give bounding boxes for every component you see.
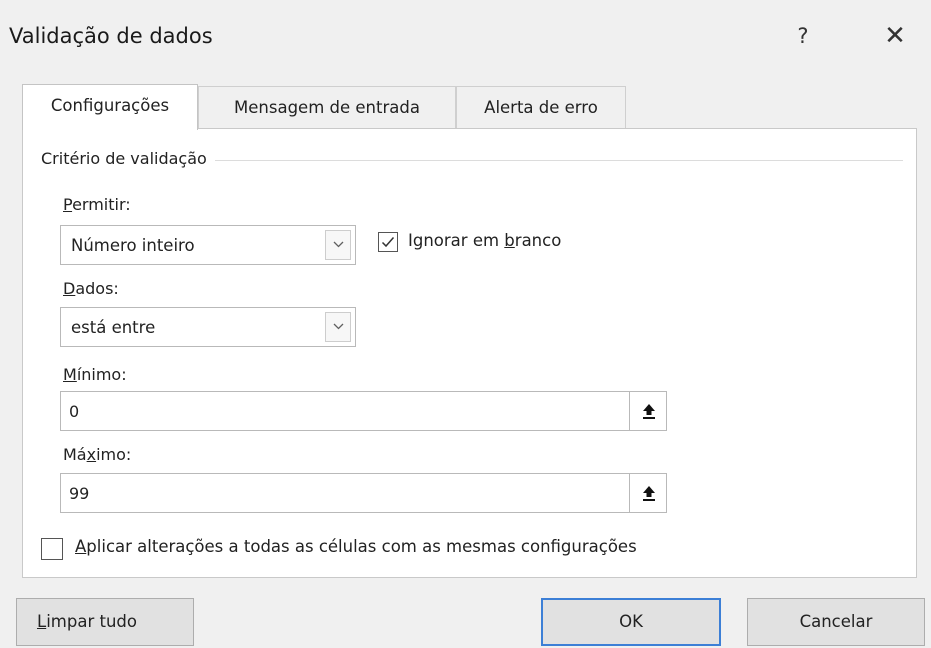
close-button[interactable]: ✕ (877, 18, 913, 54)
help-button[interactable]: ? (788, 18, 818, 54)
tab-alerta-de-erro[interactable]: Alerta de erro (456, 86, 626, 128)
dialog-title: Validação de dados (9, 24, 213, 48)
checkmark-icon (381, 237, 395, 248)
cancel-button[interactable]: Cancelar (747, 598, 925, 646)
collapse-dialog-icon (643, 404, 655, 419)
maximum-field[interactable] (60, 473, 630, 513)
ignore-blank-checkbox[interactable] (378, 232, 398, 252)
maximum-label: Máximo: (63, 445, 132, 464)
chevron-down-icon[interactable] (325, 230, 351, 260)
maximum-input[interactable] (69, 474, 609, 512)
settings-panel: Critério de validação Permitir: Número i… (22, 128, 917, 578)
tab-mensagem-de-entrada[interactable]: Mensagem de entrada (198, 86, 456, 128)
apply-all-label: Aplicar alterações a todas as células co… (75, 537, 637, 556)
apply-all-checkbox[interactable] (41, 538, 63, 560)
close-icon: ✕ (884, 21, 906, 51)
minimum-field[interactable] (60, 391, 630, 431)
ignore-blank-label: Ignorar em branco (408, 231, 562, 250)
tab-configuracoes[interactable]: Configurações (22, 84, 198, 130)
data-select[interactable]: está entre (60, 307, 356, 347)
minimum-label: Mínimo: (63, 365, 127, 384)
collapse-dialog-icon (643, 486, 655, 501)
ok-button[interactable]: OK (541, 598, 721, 646)
clear-all-button[interactable]: Limpar tudo (16, 598, 194, 646)
minimum-input[interactable] (69, 392, 609, 430)
chevron-down-icon[interactable] (325, 312, 351, 342)
title-bar: Validação de dados ? ✕ (0, 0, 931, 80)
maximum-collapse-button[interactable] (629, 473, 667, 513)
allow-select-value: Número inteiro (71, 236, 195, 255)
group-title: Critério de validação (41, 149, 215, 168)
minimum-collapse-button[interactable] (629, 391, 667, 431)
data-select-value: está entre (71, 318, 156, 337)
allow-label: Permitir: (63, 195, 131, 214)
data-label: Dados: (63, 279, 119, 298)
data-validation-dialog: Validação de dados ? ✕ Configurações Men… (0, 0, 931, 648)
allow-select[interactable]: Número inteiro (60, 225, 356, 265)
